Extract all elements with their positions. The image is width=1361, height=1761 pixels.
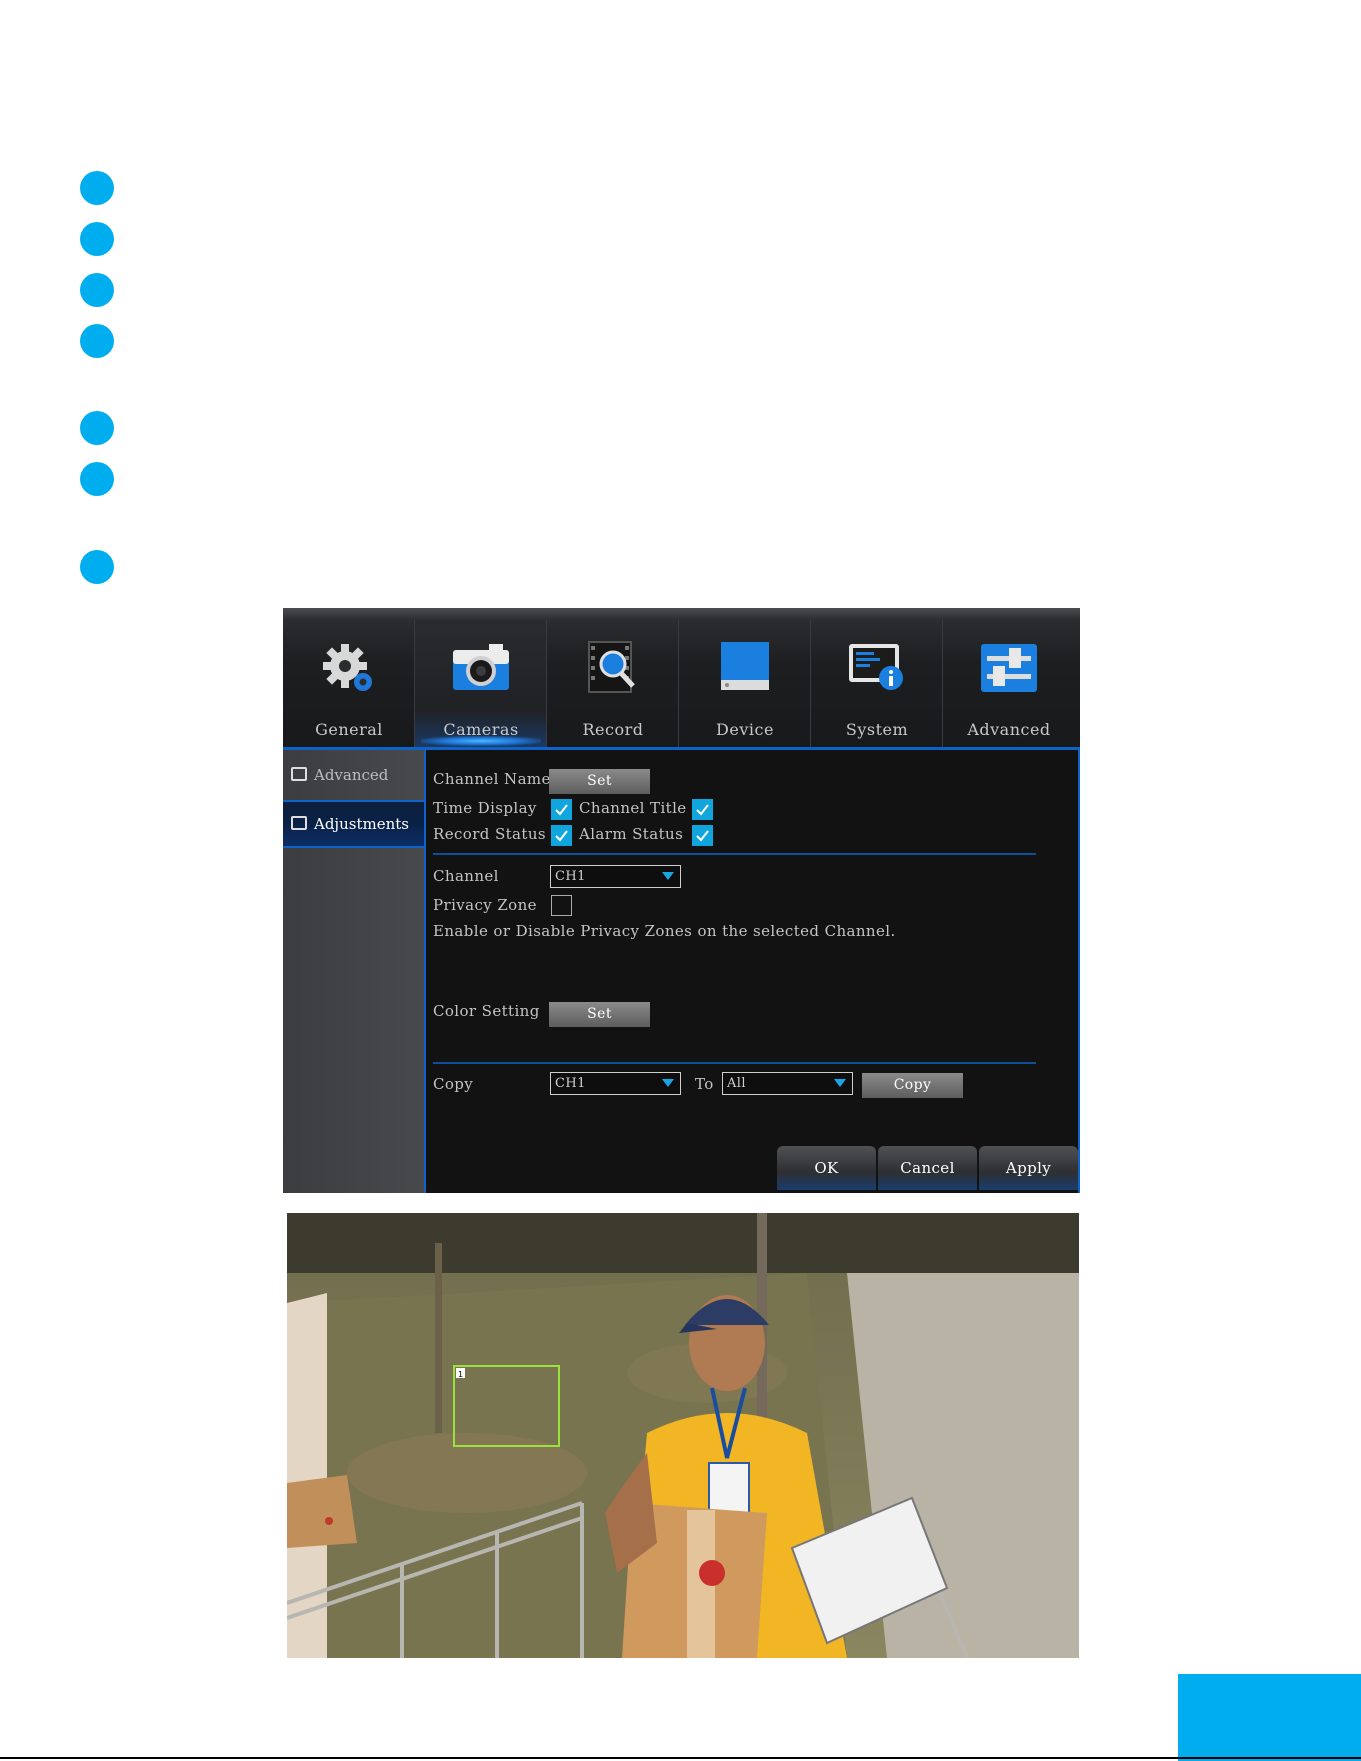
hard-drive-icon bbox=[721, 642, 769, 690]
channel-select[interactable]: CH1 bbox=[550, 865, 681, 888]
check-icon bbox=[696, 804, 709, 816]
alarm-status-checkbox[interactable] bbox=[692, 825, 713, 846]
privacy-zone-label: Privacy Zone bbox=[433, 896, 537, 914]
copy-to-value: All bbox=[727, 1076, 746, 1091]
channel-select-value: CH1 bbox=[555, 869, 586, 884]
tab-label: System bbox=[845, 720, 909, 739]
tab-label: Record bbox=[582, 720, 644, 739]
settings-panel: Channel Names Set Time Display Channel T… bbox=[426, 750, 1080, 1193]
sliders-icon bbox=[981, 644, 1037, 692]
chevron-down-icon bbox=[834, 1079, 846, 1087]
channel-title-checkbox[interactable] bbox=[692, 799, 713, 820]
color-setting-set-button[interactable]: Set bbox=[549, 1002, 650, 1027]
copy-label: Copy bbox=[433, 1075, 474, 1093]
active-tab-glow bbox=[421, 736, 541, 746]
copy-to-select[interactable]: All bbox=[722, 1072, 853, 1095]
sidebar-item-label: Adjustments bbox=[314, 815, 409, 833]
step-bullet-6 bbox=[80, 462, 114, 496]
film-search-icon bbox=[588, 641, 635, 693]
page-corner-block bbox=[1178, 1674, 1361, 1761]
section-divider bbox=[433, 853, 1036, 855]
copy-from-value: CH1 bbox=[555, 1076, 586, 1091]
sidebar: Advanced Adjustments bbox=[283, 750, 426, 1193]
monitor-icon bbox=[291, 767, 307, 781]
menu-bar-highlight bbox=[283, 608, 1080, 620]
step-bullet-3 bbox=[80, 273, 114, 307]
color-setting-label: Color Setting bbox=[433, 1002, 540, 1020]
ok-button[interactable]: OK bbox=[777, 1146, 876, 1190]
channel-title-label: Channel Title bbox=[579, 799, 687, 817]
to-label: To bbox=[695, 1075, 714, 1093]
camera-preview-image: 1 bbox=[287, 1213, 1079, 1658]
cancel-button[interactable]: Cancel bbox=[878, 1146, 977, 1190]
time-display-checkbox[interactable] bbox=[551, 799, 572, 820]
privacy-zone-number: 1 bbox=[458, 1370, 463, 1379]
sidebar-item-adjustments[interactable]: Adjustments bbox=[283, 800, 424, 848]
tab-cameras[interactable]: Cameras bbox=[415, 620, 547, 748]
record-status-label: Record Status bbox=[433, 825, 546, 843]
camera-scene: 1 bbox=[287, 1213, 1079, 1658]
check-icon bbox=[696, 830, 709, 842]
privacy-help-text: Enable or Disable Privacy Zones on the s… bbox=[433, 922, 896, 940]
copy-button[interactable]: Copy bbox=[862, 1073, 963, 1098]
monitor-icon bbox=[291, 816, 307, 830]
tab-record[interactable]: Record bbox=[547, 620, 679, 748]
section-divider bbox=[433, 1062, 1036, 1064]
apply-button[interactable]: Apply bbox=[979, 1146, 1078, 1190]
step-bullet-2 bbox=[80, 222, 114, 256]
dvr-settings-window: General Cameras Record Device System Adv… bbox=[283, 608, 1080, 1193]
record-status-checkbox[interactable] bbox=[551, 825, 572, 846]
system-info-icon bbox=[849, 644, 903, 690]
gear-icon bbox=[323, 644, 372, 691]
channel-names-set-button[interactable]: Set bbox=[549, 769, 650, 794]
camera-icon bbox=[453, 644, 509, 690]
sidebar-item-advanced[interactable]: Advanced bbox=[283, 753, 424, 797]
tab-general[interactable]: General bbox=[283, 620, 415, 748]
chevron-down-icon bbox=[662, 872, 674, 880]
sidebar-item-label: Advanced bbox=[314, 766, 389, 784]
alarm-status-label: Alarm Status bbox=[579, 825, 684, 843]
channel-names-label: Channel Names bbox=[433, 770, 559, 788]
step-bullet-4 bbox=[80, 324, 114, 358]
tab-label: Advanced bbox=[967, 720, 1051, 739]
check-icon bbox=[555, 830, 568, 842]
tab-label: General bbox=[315, 720, 383, 739]
tab-label: Device bbox=[716, 720, 774, 739]
channel-label: Channel bbox=[433, 867, 499, 885]
copy-from-select[interactable]: CH1 bbox=[550, 1072, 681, 1095]
step-bullet-7 bbox=[80, 550, 114, 584]
check-icon bbox=[555, 804, 568, 816]
step-bullet-1 bbox=[80, 171, 114, 205]
tab-device[interactable]: Device bbox=[679, 620, 811, 748]
privacy-zone-checkbox[interactable] bbox=[551, 895, 572, 916]
tab-system[interactable]: System bbox=[811, 620, 943, 748]
chevron-down-icon bbox=[662, 1079, 674, 1087]
page-bottom-rule bbox=[0, 1757, 1361, 1759]
step-bullet-5 bbox=[80, 411, 114, 445]
time-display-label: Time Display bbox=[433, 799, 537, 817]
top-menu-bar: General Cameras Record Device System Adv… bbox=[283, 608, 1080, 748]
tab-advanced[interactable]: Advanced bbox=[943, 620, 1075, 748]
